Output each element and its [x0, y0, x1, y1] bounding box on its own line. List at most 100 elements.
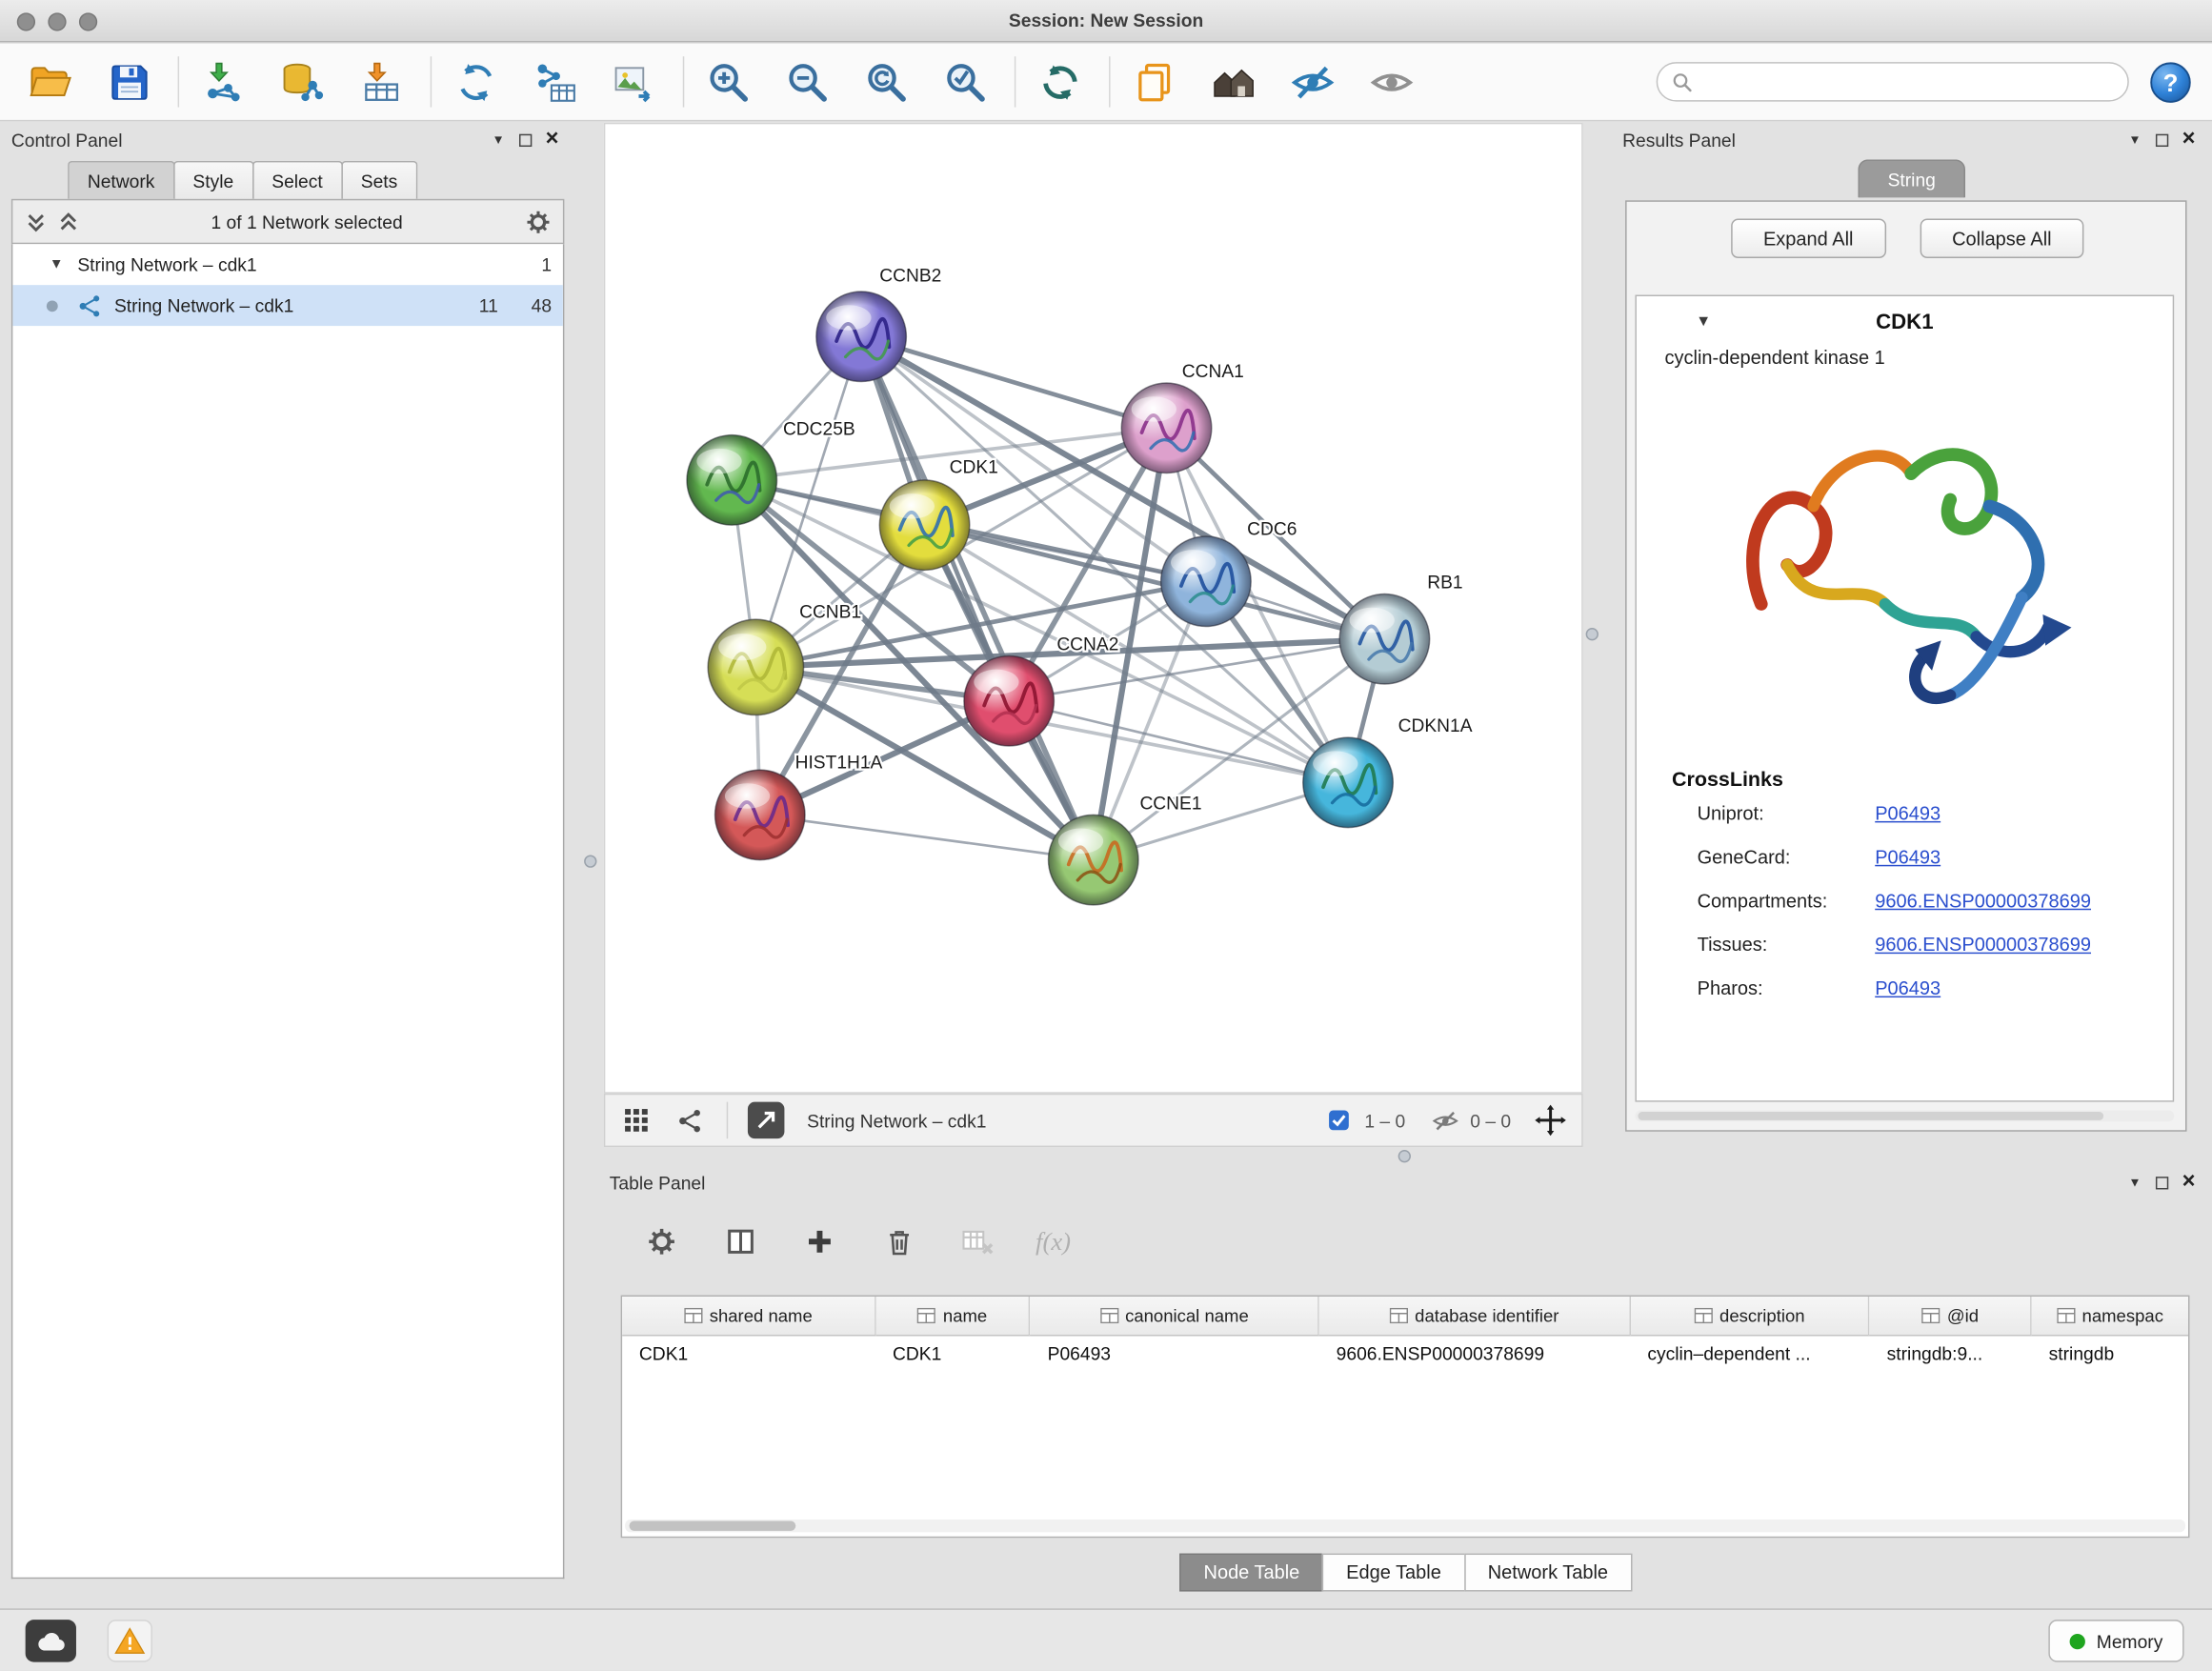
column-header-name[interactable]: name	[875, 1297, 1031, 1336]
search-field[interactable]	[1657, 62, 2129, 101]
crosslinks-heading: CrossLinks	[1637, 769, 2173, 792]
close-window-icon[interactable]	[17, 12, 35, 30]
refresh-icon[interactable]	[1030, 52, 1089, 111]
collapse-all-icon[interactable]	[24, 210, 48, 233]
copy-icon[interactable]	[1124, 52, 1183, 111]
tab-sets[interactable]: Sets	[341, 161, 417, 199]
network-collection-row[interactable]: ▼ String Network – cdk1 1	[12, 244, 563, 285]
uniprot-link[interactable]: P06493	[1875, 803, 1941, 824]
tab-network[interactable]: Network	[68, 161, 174, 199]
network-node-hist1h1a[interactable]: HIST1H1A	[715, 754, 883, 860]
collapse-all-button[interactable]: Collapse All	[1920, 219, 2084, 258]
float-panel-icon[interactable]	[518, 133, 531, 146]
expand-all-button[interactable]: Expand All	[1731, 219, 1886, 258]
help-icon[interactable]: ?	[2149, 60, 2193, 104]
tab-string[interactable]: String	[1858, 159, 1965, 197]
open-in-new-window-button[interactable]	[748, 1102, 785, 1139]
birds-eye-crosshair-icon[interactable]	[1534, 1103, 1568, 1137]
column-header-shared-name[interactable]: shared name	[622, 1297, 875, 1336]
bottom-splitter-handle[interactable]	[1398, 1150, 1411, 1162]
network-node-rb1[interactable]: RB1	[1339, 574, 1462, 684]
close-panel-icon[interactable]: ×	[546, 131, 559, 149]
show-selected-icon[interactable]	[1361, 52, 1420, 111]
window-title: Session: New Session	[0, 0, 2212, 42]
right-splitter-handle[interactable]	[1586, 628, 1599, 640]
network-edge[interactable]	[861, 336, 1094, 859]
memory-button[interactable]: Memory	[2048, 1620, 2183, 1661]
show-all-networks-icon[interactable]	[1203, 52, 1262, 111]
export-image-icon[interactable]	[604, 52, 663, 111]
collapse-panel-icon[interactable]: ▼	[2128, 1176, 2141, 1190]
tab-network-table[interactable]: Network Table	[1464, 1554, 1633, 1592]
node-label: CCNA1	[1182, 362, 1244, 382]
close-panel-icon[interactable]: ×	[2182, 131, 2196, 149]
column-header-description[interactable]: description	[1631, 1297, 1870, 1336]
zoom-selected-icon[interactable]	[935, 52, 995, 111]
network-node-cdkn1a[interactable]: CDKN1A	[1303, 716, 1473, 827]
import-table-icon[interactable]	[352, 52, 411, 111]
expand-all-icon[interactable]	[56, 210, 80, 233]
table-options-gear-icon[interactable]	[640, 1220, 682, 1262]
compartments-link[interactable]: 9606.ENSP00000378699	[1875, 890, 2091, 911]
open-session-icon[interactable]	[20, 52, 79, 111]
protein-card-header[interactable]: ▼ CDK1	[1637, 296, 2173, 347]
pharos-link[interactable]: P06493	[1875, 977, 1941, 998]
results-horizontal-scrollbar[interactable]	[1635, 1111, 2174, 1122]
add-column-icon[interactable]	[798, 1220, 840, 1262]
show-columns-icon[interactable]	[719, 1220, 761, 1262]
zoom-out-icon[interactable]	[777, 52, 836, 111]
column-header-canonical-name[interactable]: canonical name	[1031, 1297, 1319, 1336]
zoom-in-icon[interactable]	[698, 52, 757, 111]
network-row-selected[interactable]: String Network – cdk1 11 48	[12, 285, 563, 326]
save-session-icon[interactable]	[99, 52, 158, 111]
zoom-window-icon[interactable]	[79, 12, 97, 30]
toolbar-separator	[1109, 56, 1110, 107]
tab-node-table[interactable]: Node Table	[1179, 1554, 1323, 1592]
collection-label: String Network – cdk1	[77, 254, 256, 275]
float-panel-icon[interactable]	[2155, 1176, 2167, 1188]
collapse-panel-icon[interactable]: ▼	[2128, 132, 2141, 147]
network-node-ccnb1[interactable]: CCNB1	[708, 603, 861, 715]
close-panel-icon[interactable]: ×	[2182, 1174, 2196, 1191]
new-network-icon[interactable]	[446, 52, 505, 111]
network-node-ccnb2[interactable]: CCNB2	[816, 267, 941, 382]
minimize-window-icon[interactable]	[48, 12, 66, 30]
node-label: HIST1H1A	[795, 754, 883, 774]
import-network-file-icon[interactable]	[193, 52, 252, 111]
network-edge[interactable]	[760, 815, 1094, 859]
network-options-gear-icon[interactable]	[525, 208, 552, 234]
genecard-link[interactable]: P06493	[1875, 847, 1941, 868]
cloud-services-button[interactable]	[26, 1620, 76, 1661]
crosslink-row-genecard: GeneCard: P06493	[1637, 836, 2173, 879]
tissues-link[interactable]: 9606.ENSP00000378699	[1875, 934, 2091, 955]
collapse-panel-icon[interactable]: ▼	[492, 132, 504, 147]
node-label: RB1	[1427, 574, 1462, 594]
network-node-cdk1[interactable]: CDK1	[879, 458, 998, 571]
node-label: CCNB2	[879, 267, 941, 287]
new-network-table-icon[interactable]	[525, 52, 584, 111]
warnings-button[interactable]	[108, 1620, 152, 1661]
network-view-canvas[interactable]: CCNB2CCNA1CDC25BCDK1CDC6RB1CCNB1CCNA2CDK…	[604, 123, 1583, 1094]
zoom-fit-icon[interactable]	[856, 52, 915, 111]
column-header-database-identifier[interactable]: database identifier	[1319, 1297, 1631, 1336]
delete-column-trash-icon[interactable]	[877, 1220, 919, 1262]
left-splitter-handle[interactable]	[584, 855, 596, 867]
network-edge[interactable]	[861, 336, 1166, 428]
tab-style[interactable]: Style	[173, 161, 253, 199]
tab-select[interactable]: Select	[251, 161, 342, 199]
current-network-name: String Network – cdk1	[807, 1110, 1322, 1131]
grid-view-icon[interactable]	[619, 1103, 654, 1137]
disclosure-triangle-icon[interactable]: ▼	[50, 257, 64, 272]
float-panel-icon[interactable]	[2155, 133, 2167, 146]
column-header-id[interactable]: @id	[1870, 1297, 2032, 1336]
table-horizontal-scrollbar[interactable]	[625, 1520, 2185, 1532]
search-input[interactable]	[1701, 65, 2127, 99]
table-row[interactable]: CDK1 CDK1 P06493 9606.ENSP00000378699 cy…	[622, 1336, 2188, 1373]
network-node-ccna1[interactable]: CCNA1	[1121, 362, 1244, 473]
disclosure-triangle-icon[interactable]: ▼	[1696, 313, 1711, 331]
column-header-namespace[interactable]: namespac	[2032, 1297, 2188, 1336]
tab-edge-table[interactable]: Edge Table	[1322, 1554, 1465, 1592]
network-overview-icon[interactable]	[673, 1103, 707, 1137]
import-network-database-icon[interactable]	[272, 52, 332, 111]
hide-selected-icon[interactable]	[1282, 52, 1341, 111]
